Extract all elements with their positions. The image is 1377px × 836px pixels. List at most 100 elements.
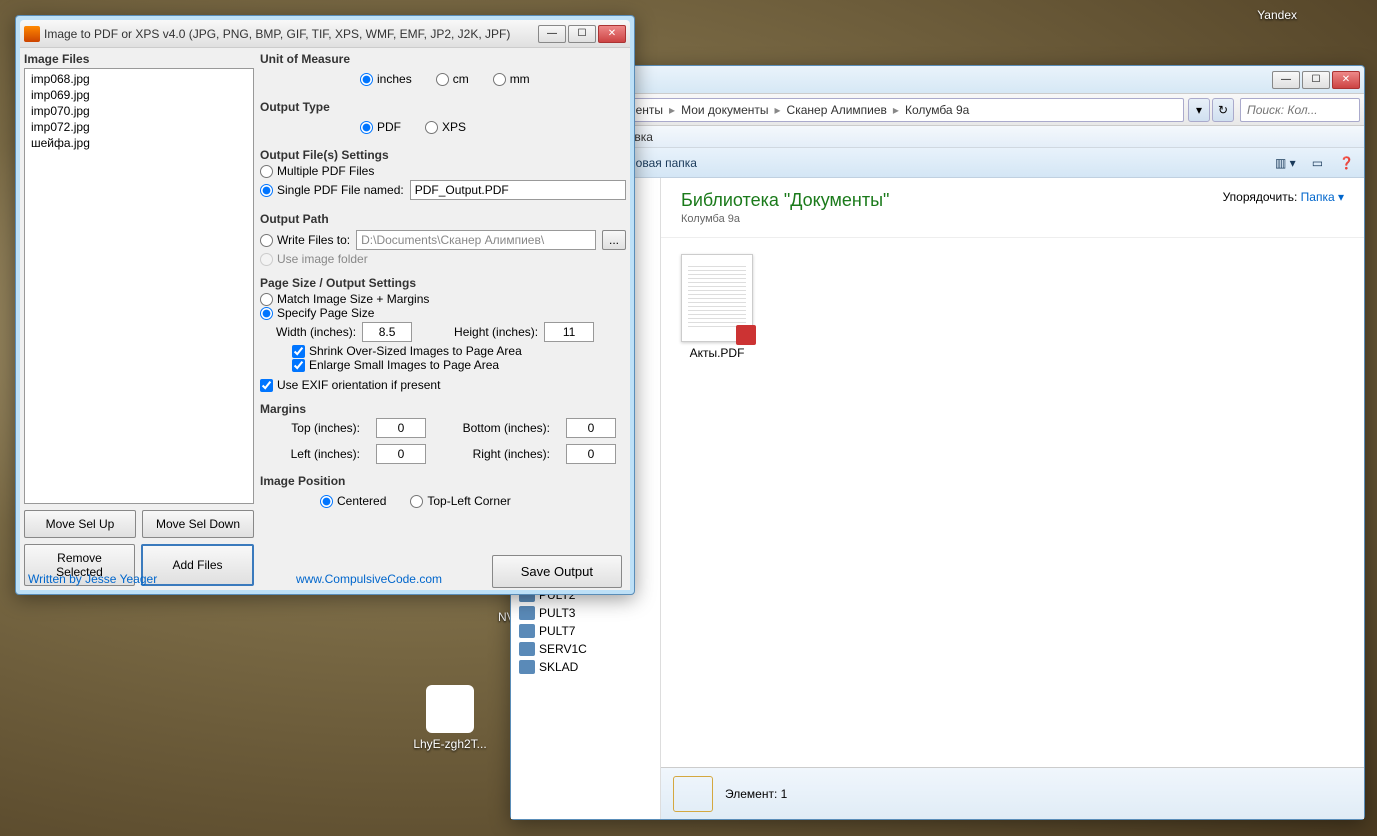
computer-icon [519, 660, 535, 674]
explorer-content: Библиотека "Документы" Колумба 9а Упоряд… [661, 178, 1364, 819]
breadcrumb-item[interactable]: Мои документы [677, 103, 772, 117]
check-exif[interactable]: Use EXIF orientation if present [260, 378, 626, 392]
chevron-right-icon: ▸ [773, 103, 783, 117]
file-name: Акты.PDF [677, 346, 757, 360]
save-output-button[interactable]: Save Output [492, 555, 622, 588]
computer-icon [519, 606, 535, 620]
library-subtitle: Колумба 9а [681, 213, 889, 225]
radio-xps[interactable]: XPS [425, 120, 466, 134]
website-link[interactable]: www.CompulsiveCode.com [296, 572, 442, 586]
radio-cm[interactable]: cm [436, 72, 469, 86]
radio-mm[interactable]: mm [493, 72, 530, 86]
radio-pdf[interactable]: PDF [360, 120, 401, 134]
output-files-label: Output File(s) Settings [260, 148, 626, 162]
list-item[interactable]: imp070.jpg [27, 103, 251, 119]
position-label: Image Position [260, 474, 626, 488]
height-label: Height (inches): [454, 325, 538, 339]
explorer-menu-bar: ид Сервис Справка [511, 126, 1364, 148]
explorer-nav-bar: иблиотеки▸ Документы▸ Мои документы▸ Ска… [511, 94, 1364, 126]
list-item[interactable]: шейфа.jpg [27, 135, 251, 151]
margin-left-input[interactable] [376, 444, 426, 464]
explorer-titlebar[interactable]: — ☐ ✕ [511, 66, 1364, 94]
radio-match-size[interactable]: Match Image Size + Margins [260, 292, 626, 306]
library-title: Библиотека "Документы" [681, 190, 889, 211]
desktop-icon-label: LhyE-zgh2T... [410, 737, 490, 751]
app-title: Image to PDF or XPS v4.0 (JPG, PNG, BMP,… [40, 27, 538, 41]
move-up-button[interactable]: Move Sel Up [24, 510, 136, 538]
close-button[interactable]: ✕ [1332, 71, 1360, 89]
chevron-right-icon: ▸ [891, 103, 901, 117]
sort-label: Упорядочить: [1223, 190, 1298, 204]
refresh-button[interactable]: ↻ [1212, 98, 1234, 122]
radio-inches[interactable]: inches [360, 72, 412, 86]
image-files-list[interactable]: imp068.jpg imp069.jpg imp070.jpg imp072.… [24, 68, 254, 504]
maximize-button[interactable]: ☐ [568, 25, 596, 43]
check-enlarge[interactable]: Enlarge Small Images to Page Area [260, 358, 626, 372]
margin-left-label: Left (inches): [280, 447, 360, 461]
radio-specify-size[interactable]: Specify Page Size [260, 306, 626, 320]
close-button[interactable]: ✕ [598, 25, 626, 43]
radio-write-to[interactable]: Write Files to: [260, 233, 350, 247]
margin-bottom-input[interactable] [566, 418, 616, 438]
pdf-thumbnail-icon [681, 254, 753, 342]
move-down-button[interactable]: Move Sel Down [142, 510, 254, 538]
maximize-button[interactable]: ☐ [1302, 71, 1330, 89]
desktop-icon-yandex[interactable]: Yandex [1257, 8, 1297, 22]
app-icon [24, 26, 40, 42]
search-input[interactable] [1240, 98, 1360, 122]
chevron-right-icon: ▸ [667, 103, 677, 117]
radio-multiple-pdf[interactable]: Multiple PDF Files [260, 164, 626, 178]
radio-topleft[interactable]: Top-Left Corner [410, 494, 510, 508]
margin-top-label: Top (inches): [280, 421, 360, 435]
sort-dropdown[interactable]: Папка ▾ [1301, 190, 1344, 204]
browse-button[interactable]: ... [602, 230, 626, 250]
radio-use-image-folder: Use image folder [260, 252, 626, 266]
status-text: Элемент: 1 [725, 787, 787, 801]
preview-pane-button[interactable]: ▭ [1312, 156, 1323, 170]
radio-single-pdf[interactable]: Single PDF File named: [260, 183, 404, 197]
app-window: Image to PDF or XPS v4.0 (JPG, PNG, BMP,… [15, 15, 635, 595]
minimize-button[interactable]: — [538, 25, 566, 43]
desktop-icon[interactable]: LhyE-zgh2T... [410, 685, 490, 751]
explorer-window: — ☐ ✕ иблиотеки▸ Документы▸ Мои документ… [510, 65, 1365, 820]
margin-right-label: Right (inches): [452, 447, 550, 461]
tree-item[interactable]: PULT7 [515, 622, 656, 640]
height-input[interactable] [544, 322, 594, 342]
explorer-toolbar: Общий доступ ▾ Новая папка ▥ ▾ ▭ ❓ [511, 148, 1364, 178]
image-files-label: Image Files [24, 52, 254, 66]
tree-item[interactable]: PULT3 [515, 604, 656, 622]
check-shrink[interactable]: Shrink Over-Sized Images to Page Area [260, 344, 626, 358]
folder-icon [673, 776, 713, 812]
unit-label: Unit of Measure [260, 52, 626, 66]
width-input[interactable] [362, 322, 412, 342]
margin-top-input[interactable] [376, 418, 426, 438]
tree-item[interactable]: SERV1C [515, 640, 656, 658]
files-area[interactable]: Акты.PDF [661, 238, 1364, 767]
pdf-filename-input[interactable] [410, 180, 626, 200]
margin-right-input[interactable] [566, 444, 616, 464]
list-item[interactable]: imp072.jpg [27, 119, 251, 135]
tree-item[interactable]: SKLAD [515, 658, 656, 676]
output-path-input [356, 230, 596, 250]
radio-centered[interactable]: Centered [320, 494, 386, 508]
view-mode-button[interactable]: ▥ ▾ [1275, 156, 1296, 170]
margins-label: Margins [260, 402, 626, 416]
output-type-label: Output Type [260, 100, 626, 114]
list-item[interactable]: imp068.jpg [27, 71, 251, 87]
breadcrumb-item[interactable]: Колумба 9а [901, 103, 973, 117]
margin-bottom-label: Bottom (inches): [452, 421, 550, 435]
width-label: Width (inches): [276, 325, 356, 339]
file-icon [426, 685, 474, 733]
app-titlebar[interactable]: Image to PDF or XPS v4.0 (JPG, PNG, BMP,… [20, 20, 630, 48]
author-link[interactable]: Written by Jesse Yeager [28, 572, 157, 586]
computer-icon [519, 642, 535, 656]
new-folder-button[interactable]: Новая папка [627, 156, 697, 170]
breadcrumb-item[interactable]: Сканер Алимпиев [783, 103, 891, 117]
file-item-pdf[interactable]: Акты.PDF [677, 254, 757, 360]
list-item[interactable]: imp069.jpg [27, 87, 251, 103]
help-icon[interactable]: ❓ [1339, 156, 1354, 170]
minimize-button[interactable]: — [1272, 71, 1300, 89]
explorer-status-bar: Элемент: 1 [661, 767, 1364, 819]
refresh-button[interactable]: ▾ [1188, 98, 1210, 122]
page-size-label: Page Size / Output Settings [260, 276, 626, 290]
